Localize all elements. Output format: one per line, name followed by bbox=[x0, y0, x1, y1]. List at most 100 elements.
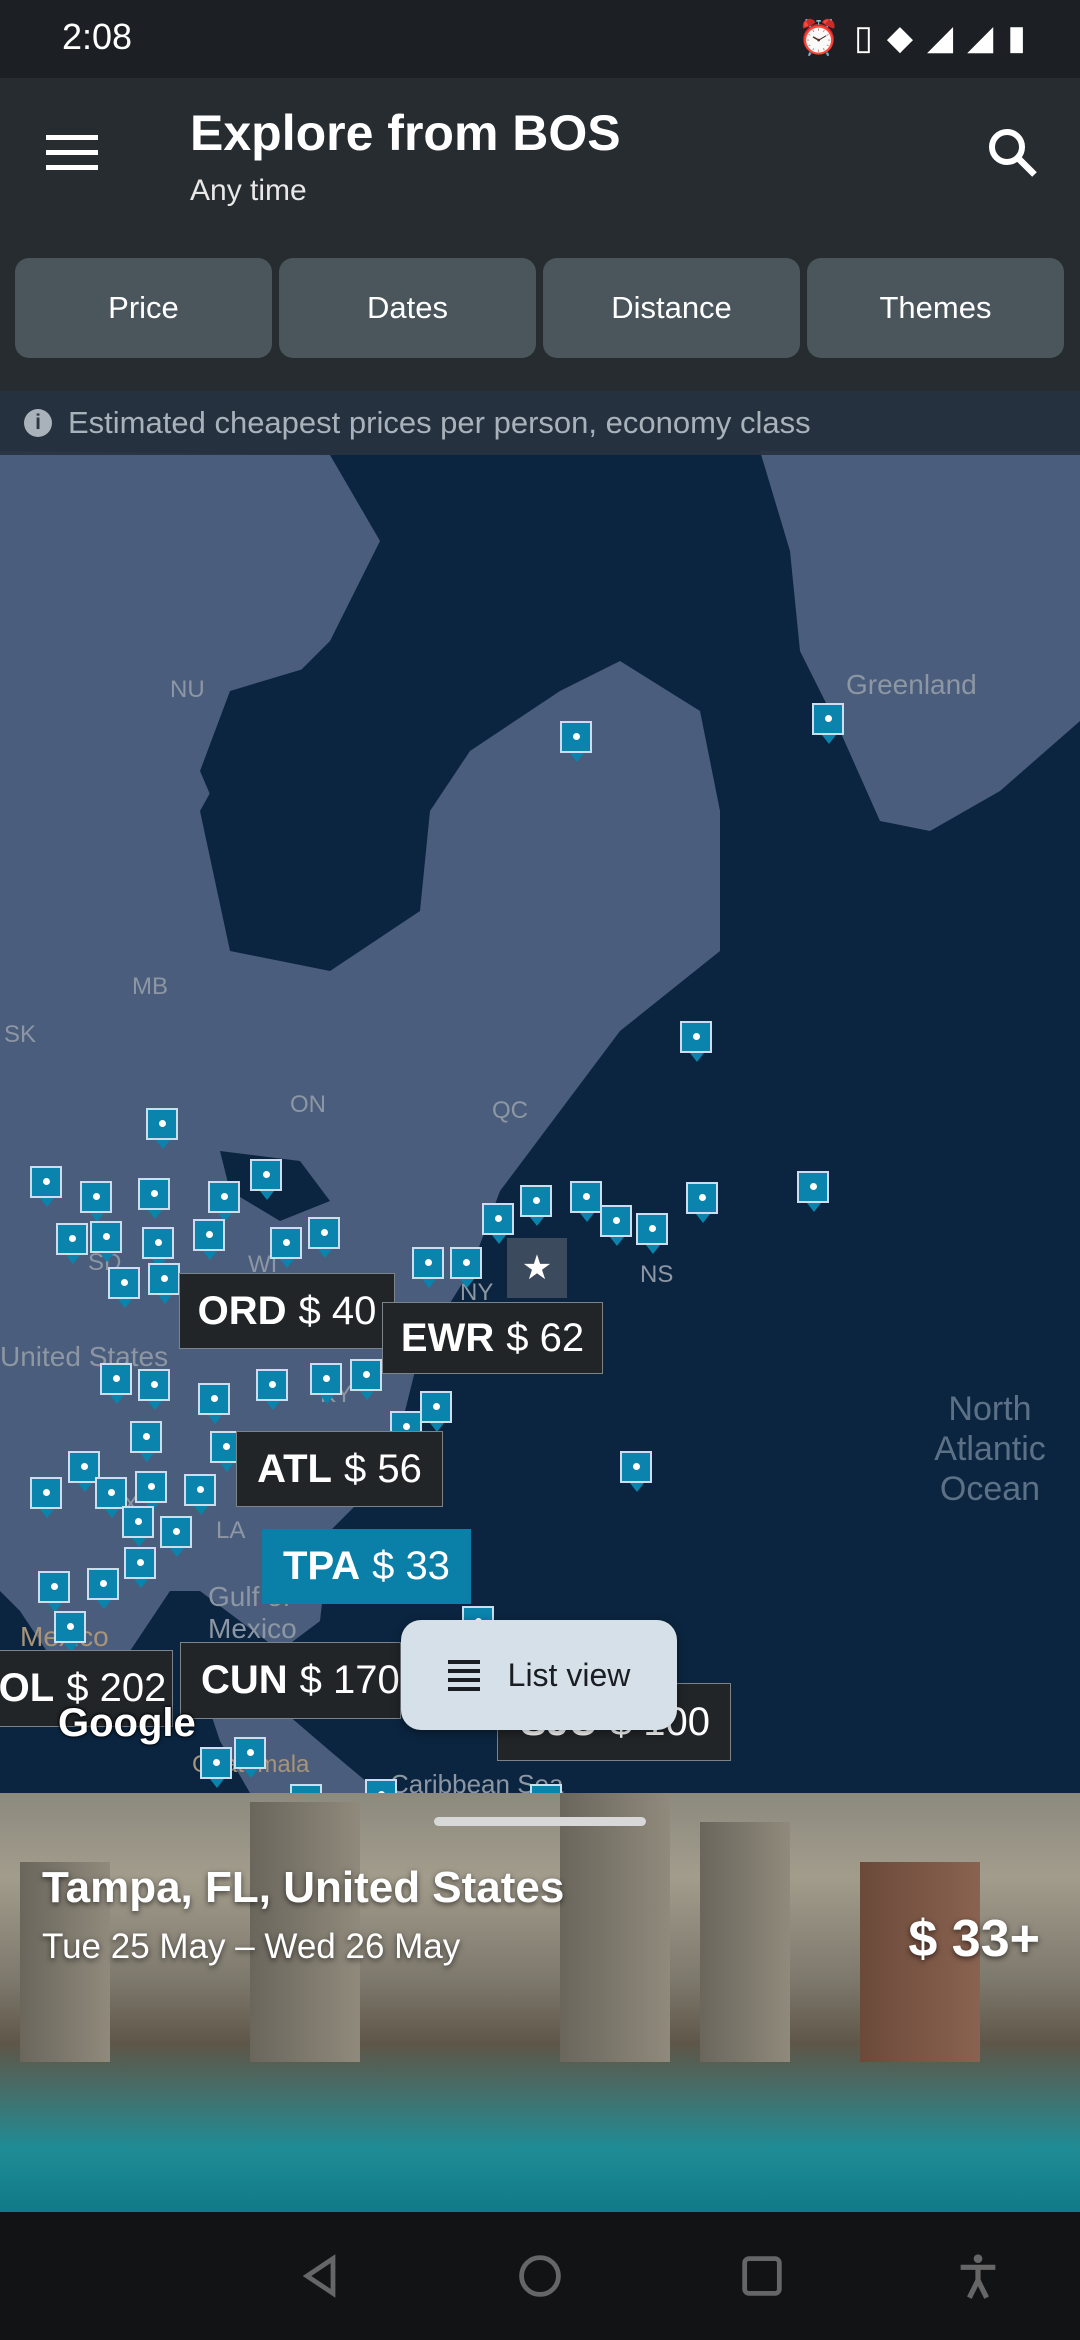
airport-pin-icon[interactable] bbox=[482, 1203, 514, 1244]
map-land bbox=[0, 451, 1080, 1793]
airport-price: $ 33 bbox=[372, 1544, 450, 1588]
system-nav-bar bbox=[0, 2212, 1080, 2340]
filter-price[interactable]: Price bbox=[15, 258, 272, 358]
airport-pin-icon[interactable] bbox=[90, 1221, 122, 1262]
alarm-icon: ⏰ bbox=[797, 19, 855, 57]
filter-dates[interactable]: Dates bbox=[279, 258, 536, 358]
list-view-button[interactable]: List view bbox=[401, 1620, 677, 1730]
home-icon[interactable] bbox=[514, 2250, 566, 2302]
building-image bbox=[560, 1793, 670, 2062]
airport-price: $ 62 bbox=[506, 1315, 585, 1360]
airport-pin-icon[interactable] bbox=[160, 1516, 192, 1557]
airport-code: ATL bbox=[257, 1446, 332, 1491]
airport-pin-icon[interactable] bbox=[680, 1021, 712, 1062]
airport-pin-icon[interactable] bbox=[234, 1737, 266, 1778]
airport-pin-icon[interactable] bbox=[30, 1166, 62, 1207]
vibrate-icon: ▯ bbox=[854, 19, 887, 57]
airport-pin-icon[interactable] bbox=[122, 1506, 154, 1547]
airport-pin-icon[interactable] bbox=[138, 1178, 170, 1219]
home-airport-star-icon[interactable]: ★ bbox=[507, 1238, 567, 1298]
destination-card[interactable]: Tampa, FL, United States Tue 25 May – We… bbox=[0, 1793, 1080, 2212]
drag-handle[interactable] bbox=[434, 1817, 646, 1826]
wifi-icon: ◆ bbox=[886, 19, 927, 57]
price-label-tpa[interactable]: TPA $ 33 bbox=[262, 1529, 471, 1604]
airport-pin-icon[interactable] bbox=[308, 1217, 340, 1258]
map-label-la: LA bbox=[216, 1517, 246, 1544]
page-title: Explore from BOS bbox=[190, 105, 621, 161]
airport-pin-icon[interactable] bbox=[570, 1181, 602, 1222]
airport-pin-icon[interactable] bbox=[138, 1369, 170, 1410]
map-label-qc: QC bbox=[492, 1097, 528, 1124]
recents-icon[interactable] bbox=[736, 2250, 788, 2302]
airport-pin-icon[interactable] bbox=[146, 1108, 178, 1149]
airport-pin-icon[interactable] bbox=[290, 1784, 322, 1793]
price-label-cun[interactable]: CUN $ 170 bbox=[180, 1642, 401, 1719]
list-view-label: List view bbox=[507, 1656, 631, 1693]
airport-pin-icon[interactable] bbox=[130, 1421, 162, 1462]
price-label-atl[interactable]: ATL $ 56 bbox=[236, 1431, 443, 1507]
airport-pin-icon[interactable] bbox=[135, 1471, 167, 1512]
back-icon[interactable] bbox=[294, 2250, 346, 2302]
destination-name: Tampa, FL, United States bbox=[42, 1863, 565, 1912]
filter-themes[interactable]: Themes bbox=[807, 258, 1064, 358]
map-label-ns: NS bbox=[640, 1261, 674, 1288]
airport-pin-icon[interactable] bbox=[184, 1474, 216, 1515]
menu-icon[interactable] bbox=[46, 135, 98, 171]
airport-pin-icon[interactable] bbox=[100, 1363, 132, 1404]
airport-pin-icon[interactable] bbox=[600, 1205, 632, 1246]
list-icon bbox=[447, 1655, 480, 1696]
page-subtitle: Any time bbox=[190, 174, 307, 207]
airport-pin-icon[interactable] bbox=[450, 1247, 482, 1288]
airport-pin-icon[interactable] bbox=[200, 1747, 232, 1788]
airport-pin-icon[interactable] bbox=[420, 1391, 452, 1432]
airport-pin-icon[interactable] bbox=[686, 1182, 718, 1223]
airport-pin-icon[interactable] bbox=[95, 1477, 127, 1518]
airport-pin-icon[interactable] bbox=[193, 1219, 225, 1260]
airport-pin-icon[interactable] bbox=[108, 1267, 140, 1308]
airport-pin-icon[interactable] bbox=[520, 1185, 552, 1226]
airport-pin-icon[interactable] bbox=[797, 1171, 829, 1212]
info-icon: i bbox=[24, 409, 52, 437]
status-bar: 2:08 ⏰▯◆◢◢▮ bbox=[0, 0, 1080, 78]
app-header: Explore from BOS Any time bbox=[0, 78, 1080, 228]
airport-pin-icon[interactable] bbox=[80, 1181, 112, 1222]
airport-pin-icon[interactable] bbox=[87, 1568, 119, 1609]
airport-pin-icon[interactable] bbox=[812, 703, 844, 744]
price-label-ewr[interactable]: EWR $ 62 bbox=[382, 1302, 603, 1374]
airport-pin-icon[interactable] bbox=[56, 1223, 88, 1264]
airport-pin-icon[interactable] bbox=[208, 1181, 240, 1222]
price-label-ord[interactable]: ORD $ 40 bbox=[179, 1273, 395, 1349]
airport-pin-icon[interactable] bbox=[560, 721, 592, 762]
airport-pin-icon[interactable] bbox=[124, 1547, 156, 1588]
map[interactable]: NU MB SK ON QC Greenland United States N… bbox=[0, 391, 1080, 1793]
google-logo: Google bbox=[58, 1701, 196, 1745]
airport-pin-icon[interactable] bbox=[142, 1227, 174, 1268]
building-image bbox=[700, 1822, 790, 2062]
airport-pin-icon[interactable] bbox=[148, 1263, 180, 1304]
airport-code: CUN bbox=[201, 1658, 288, 1702]
airport-pin-icon[interactable] bbox=[530, 1784, 562, 1793]
airport-code: ORD bbox=[197, 1288, 287, 1333]
airport-pin-icon[interactable] bbox=[365, 1779, 397, 1793]
filter-distance[interactable]: Distance bbox=[543, 258, 800, 358]
airport-code: EWR bbox=[400, 1315, 495, 1360]
airport-pin-icon[interactable] bbox=[310, 1363, 342, 1404]
airport-pin-icon[interactable] bbox=[636, 1213, 668, 1254]
accessibility-icon[interactable] bbox=[952, 2250, 1004, 2302]
battery-icon: ▮ bbox=[1007, 19, 1040, 57]
status-time: 2:08 bbox=[62, 16, 133, 57]
airport-pin-icon[interactable] bbox=[54, 1611, 86, 1652]
status-icons: ⏰▯◆◢◢▮ bbox=[798, 18, 1040, 58]
search-icon[interactable] bbox=[982, 122, 1042, 182]
airport-pin-icon[interactable] bbox=[198, 1383, 230, 1424]
map-label-greenland: Greenland bbox=[846, 669, 977, 700]
airport-pin-icon[interactable] bbox=[350, 1359, 382, 1400]
airport-pin-icon[interactable] bbox=[270, 1227, 302, 1268]
airport-pin-icon[interactable] bbox=[38, 1571, 70, 1612]
airport-pin-icon[interactable] bbox=[30, 1477, 62, 1518]
airport-pin-icon[interactable] bbox=[256, 1369, 288, 1410]
airport-pin-icon[interactable] bbox=[250, 1159, 282, 1200]
airport-pin-icon[interactable] bbox=[620, 1451, 652, 1492]
airport-pin-icon[interactable] bbox=[412, 1247, 444, 1288]
info-banner: i Estimated cheapest prices per person, … bbox=[0, 391, 1080, 455]
